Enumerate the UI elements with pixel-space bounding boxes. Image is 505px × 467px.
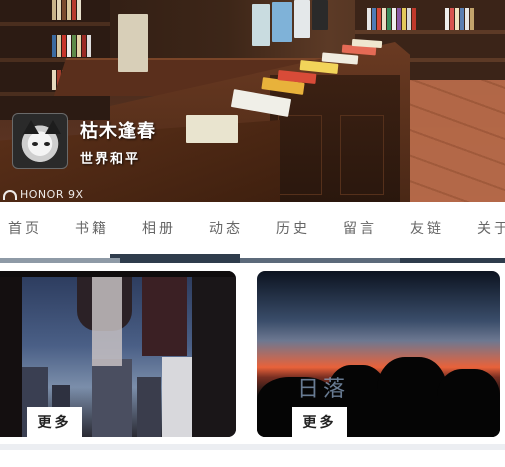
photo-watermark: HONOR 9X	[3, 188, 84, 201]
cat-eye	[32, 142, 38, 146]
album-card[interactable]: 更多	[0, 271, 236, 437]
book-display	[252, 4, 270, 46]
sunset-overlay-text: 日落	[297, 377, 350, 402]
cat-eye	[44, 142, 50, 146]
site-title[interactable]: 枯木逢春	[80, 117, 156, 143]
book-flat	[186, 115, 238, 143]
nav-item-moments[interactable]: 动态	[201, 218, 268, 238]
hero-banner: 枯木逢春 世界和平 HONOR 9X	[0, 0, 505, 202]
nav-item-history[interactable]: 历史	[268, 218, 335, 238]
more-button[interactable]: 更多	[27, 407, 82, 437]
book-standing	[118, 14, 148, 72]
display-cabinet	[270, 75, 400, 202]
album-card[interactable]: 日落 更多	[257, 271, 500, 437]
more-button[interactable]: 更多	[292, 407, 347, 437]
book-display	[294, 0, 310, 38]
book-display	[312, 0, 328, 30]
nav-divider	[0, 254, 505, 263]
watermark-text: HONOR 9X	[20, 188, 84, 201]
nav-item-about[interactable]: 关于	[469, 218, 505, 238]
honor-logo-icon	[3, 189, 17, 200]
book-display	[272, 2, 292, 42]
nav-item-guestbook[interactable]: 留言	[335, 218, 402, 238]
nav-item-home[interactable]: 首页	[0, 218, 67, 238]
nav-item-books[interactable]: 书籍	[67, 218, 134, 238]
nav-item-albums[interactable]: 相册	[134, 218, 201, 238]
avatar[interactable]	[12, 113, 68, 169]
site-tagline: 世界和平	[80, 152, 141, 167]
album-cards: 更多 日落 更多	[0, 263, 505, 467]
nav-item-links[interactable]: 友链	[402, 218, 469, 238]
section-divider	[0, 444, 505, 450]
cat-ear	[23, 120, 39, 134]
cat-ear	[45, 120, 61, 134]
main-nav: 首页 书籍 相册 动态 历史 留言 友链 关于	[0, 202, 505, 254]
